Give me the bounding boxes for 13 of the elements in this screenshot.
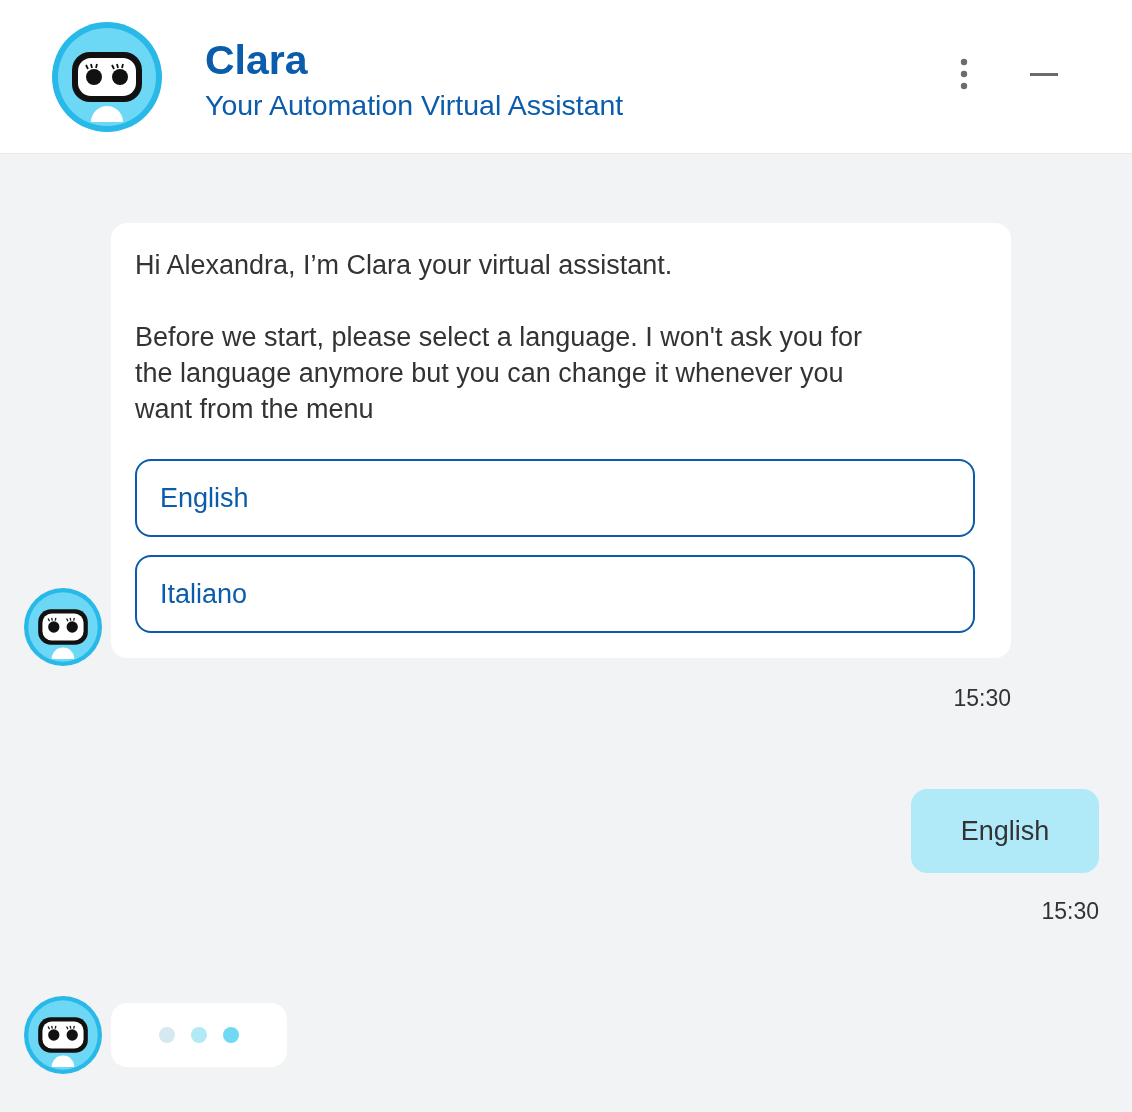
message-time: 15:30	[1041, 898, 1099, 924]
robot-avatar-icon	[24, 588, 102, 666]
message-time: 15:30	[953, 685, 1011, 711]
language-option-button[interactable]: English	[135, 459, 975, 537]
robot-avatar-icon	[52, 22, 162, 132]
more-options-icon[interactable]	[960, 58, 968, 90]
assistant-name: Clara	[205, 36, 309, 84]
language-option-button[interactable]: Italiano	[135, 555, 975, 633]
robot-avatar-icon	[24, 996, 102, 1074]
assistant-subtitle: Your Automation Virtual Assistant	[205, 88, 624, 123]
message-text: Before we start, please select a language. I won't ask you for the language anymore but you can change it whenever you want from the menu	[135, 321, 864, 426]
message-text: Hi Alexandra, I’m Clara your virtual assistant.	[135, 249, 674, 282]
user-message-bubble: English	[911, 789, 1099, 873]
